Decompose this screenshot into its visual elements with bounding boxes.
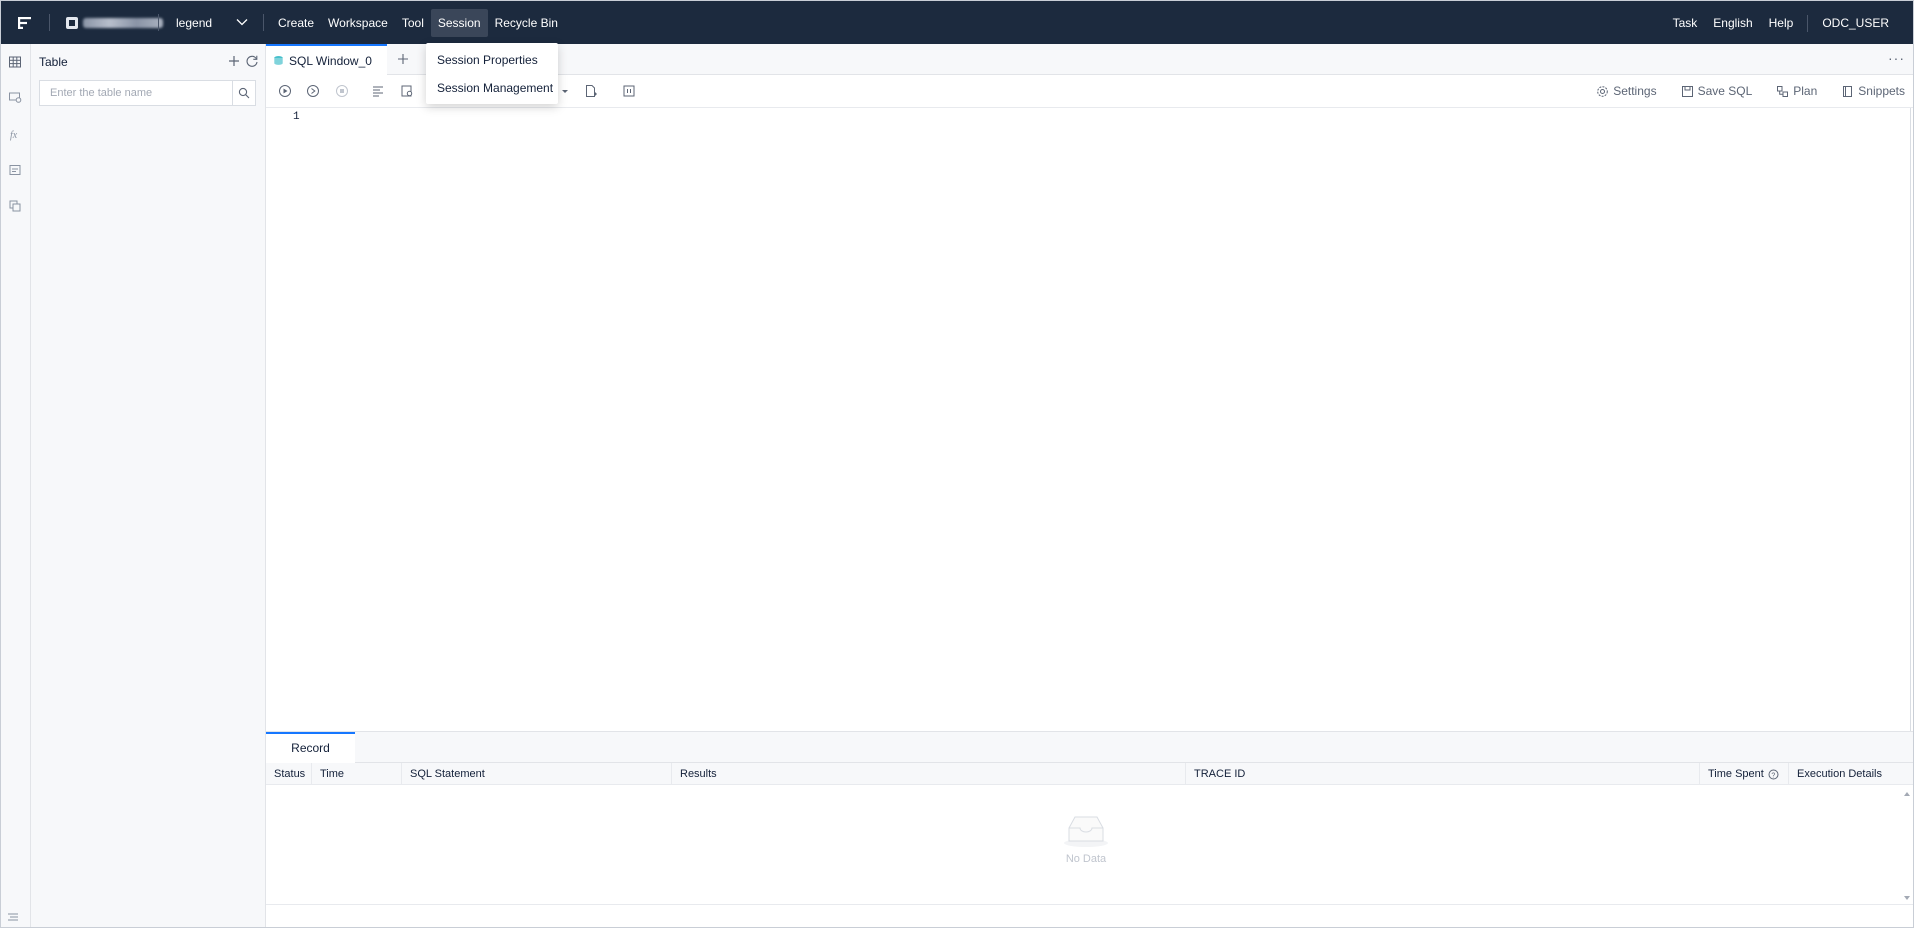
main-menu: Create Workspace Tool Session Recycle Bi… <box>271 9 565 37</box>
panel-title: Table <box>39 55 68 69</box>
session-management-item[interactable]: Session Management <box>426 74 558 102</box>
activity-bar: fx <box>1 44 31 927</box>
empty-inbox-icon <box>1064 816 1108 847</box>
menu-language[interactable]: English <box>1705 9 1760 37</box>
menu-list-icon[interactable] <box>7 911 19 923</box>
table-panel: Table <box>31 44 266 927</box>
topbar-divider <box>263 14 264 31</box>
right-menu: Task English Help ODC_USER <box>1665 9 1913 37</box>
session-properties-item[interactable]: Session Properties <box>426 46 558 74</box>
snippets-label: Snippets <box>1858 84 1905 98</box>
result-panel: Record Status Time SQL Statement Results… <box>266 731 1913 927</box>
column-trace-id[interactable]: TRACE ID <box>1186 763 1700 785</box>
add-tab-icon[interactable] <box>396 52 410 66</box>
empty-state: No Data <box>1056 812 1116 865</box>
connection-selector[interactable] <box>66 15 163 31</box>
more-icon[interactable]: ··· <box>1888 50 1905 66</box>
run-icon[interactable] <box>278 84 292 98</box>
menu-task[interactable]: Task <box>1665 9 1706 37</box>
menu-tool[interactable]: Tool <box>395 9 431 37</box>
svg-text:fx: fx <box>10 130 18 141</box>
menu-session[interactable]: Session <box>430 9 488 37</box>
column-label: Status <box>274 768 306 780</box>
column-sql-statement[interactable]: SQL Statement <box>402 763 672 785</box>
top-bar: legend Create Workspace Tool Session Rec… <box>1 1 1913 44</box>
menu-create[interactable]: Create <box>271 9 321 37</box>
column-time[interactable]: Time <box>312 763 402 785</box>
find-icon[interactable] <box>400 84 414 98</box>
divider <box>266 904 1913 905</box>
connection-name <box>83 18 163 28</box>
chevron-down-icon[interactable] <box>235 15 249 29</box>
column-label: SQL Statement <box>410 768 485 780</box>
stop-icon[interactable] <box>335 84 349 98</box>
function-icon[interactable]: fx <box>8 127 22 141</box>
panel-icon[interactable] <box>622 84 636 98</box>
view-icon[interactable] <box>8 90 22 104</box>
result-tabs: Record <box>266 732 1913 763</box>
sql-window-icon <box>274 56 283 65</box>
search-button[interactable] <box>232 81 255 105</box>
table-search-input[interactable] <box>40 81 232 105</box>
scrollbar[interactable] <box>1903 790 1911 902</box>
line-number: 1 <box>293 111 300 123</box>
column-label: Time Spent <box>1708 768 1764 780</box>
tab-sql-window[interactable]: SQL Window_0 <box>266 44 387 75</box>
plan-icon <box>1777 85 1789 97</box>
save-icon <box>1681 85 1693 97</box>
settings-label: Settings <box>1613 84 1657 98</box>
toolbar-right: Settings Save SQL Plan Snippets <box>1572 83 1905 99</box>
column-time-spent[interactable]: Time Spent ? <box>1700 763 1789 785</box>
user-menu[interactable]: ODC_USER <box>1814 9 1913 37</box>
topbar-divider <box>158 14 159 31</box>
column-label: Results <box>680 768 717 780</box>
help-icon[interactable]: ? <box>1768 769 1779 780</box>
plan-label: Plan <box>1793 84 1818 98</box>
format-icon[interactable] <box>371 84 385 98</box>
snippets-icon <box>1843 85 1853 97</box>
tab-record[interactable]: Record <box>266 732 355 763</box>
search-icon <box>238 87 250 99</box>
run-current-icon[interactable] <box>306 84 320 98</box>
dropdown-caret-icon[interactable] <box>558 84 572 98</box>
record-table-header: Status Time SQL Statement Results TRACE … <box>266 763 1913 785</box>
column-status[interactable]: Status <box>266 763 312 785</box>
sql-editor[interactable]: 1 <box>266 108 1911 731</box>
procedure-icon[interactable] <box>8 163 22 177</box>
plan-button[interactable]: Plan <box>1776 83 1817 99</box>
add-icon[interactable] <box>227 54 241 68</box>
save-sql-label: Save SQL <box>1697 84 1753 98</box>
snippets-button[interactable]: Snippets <box>1841 83 1905 99</box>
settings-button[interactable]: Settings <box>1596 83 1657 99</box>
table-search <box>39 80 256 106</box>
save-sql-button[interactable]: Save SQL <box>1681 83 1753 99</box>
export-icon[interactable] <box>584 84 598 98</box>
sequence-icon[interactable] <box>8 199 22 213</box>
column-execution-details[interactable]: Execution Details <box>1789 763 1913 785</box>
table-icon[interactable] <box>8 55 22 69</box>
menu-help[interactable]: Help <box>1761 9 1802 37</box>
odc-logo-icon[interactable] <box>17 15 33 31</box>
column-label: Time <box>320 768 345 780</box>
database-selector[interactable]: legend <box>176 16 212 30</box>
session-dropdown: Session Properties Session Management <box>426 43 558 104</box>
topbar-divider <box>49 14 50 31</box>
menu-workspace[interactable]: Workspace <box>321 9 395 37</box>
no-data-text: No Data <box>1065 853 1107 865</box>
tab-label: SQL Window_0 <box>289 53 372 68</box>
gear-icon <box>1597 85 1609 97</box>
column-label: Execution Details <box>1797 768 1882 780</box>
topbar-divider <box>1807 15 1809 32</box>
connection-icon <box>66 17 78 29</box>
svg-text:?: ? <box>1771 772 1775 779</box>
column-label: TRACE ID <box>1194 768 1246 780</box>
column-results[interactable]: Results <box>672 763 1186 785</box>
menu-recycle-bin[interactable]: Recycle Bin <box>488 9 565 37</box>
refresh-icon[interactable] <box>245 54 259 68</box>
